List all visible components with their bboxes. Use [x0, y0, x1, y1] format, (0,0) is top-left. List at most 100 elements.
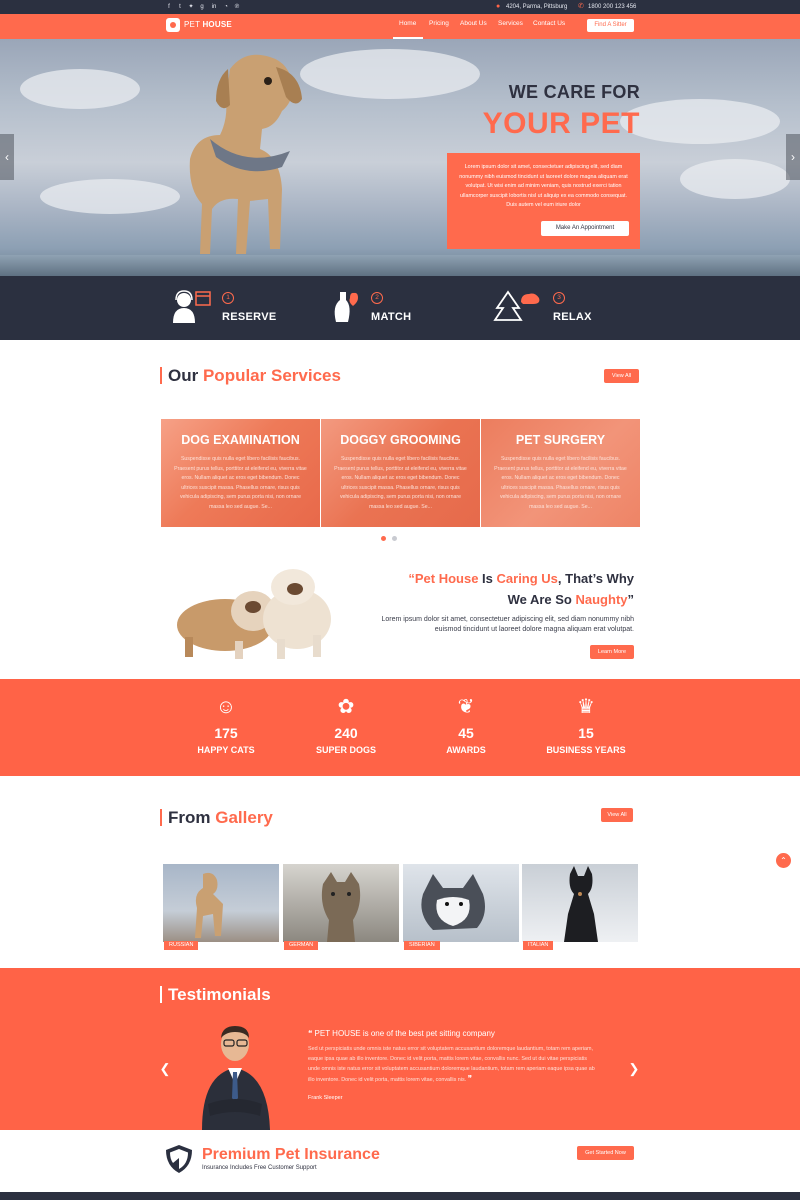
brand-light: PET	[184, 20, 201, 29]
caring-pet-house: Pet House	[414, 571, 479, 586]
husky-photo-thumb	[421, 874, 485, 930]
nav-link-services[interactable]: Services	[498, 20, 523, 27]
caring-caring-us: Caring Us	[496, 571, 558, 586]
service-card-doggy-grooming[interactable]: DOGGY GROOMING Suspendisse quis nulla eg…	[321, 419, 480, 527]
dog-photo	[189, 54, 302, 254]
gallery-label-italian: ITALIAN	[523, 941, 554, 950]
top-bar: f t ✦ g in ◔ ℗ ● 4204, Parma, Pittsburg …	[0, 0, 800, 14]
hero-heading-line2: YOUR PET	[482, 107, 640, 140]
caring-rest: , That’s Why	[557, 571, 634, 586]
service-title: PET SURGERY	[515, 433, 606, 447]
stat-label: BUSINESS YEARS	[546, 745, 626, 755]
cloud	[680, 159, 790, 199]
nav-link-contact[interactable]: Contact Us	[533, 20, 565, 27]
insurance-subtitle: Insurance Includes Free Customer Support	[202, 1165, 317, 1171]
dog-icon: ✿	[337, 696, 355, 718]
service-title: DOGGY GROOMING	[340, 433, 461, 447]
scroll-to-top-button[interactable]: ⌃	[776, 853, 791, 868]
step-1-number: 1	[222, 292, 234, 304]
brand-name[interactable]: PET HOUSE	[184, 20, 232, 29]
stat-number: 45	[458, 725, 474, 741]
learn-more-button[interactable]: Learn More	[590, 645, 634, 659]
rss-icon[interactable]: ◔	[222, 3, 230, 11]
dog-photo-thumb	[195, 872, 223, 938]
google-plus-icon[interactable]: g	[198, 3, 206, 11]
insurance-title: Premium Pet Insurance	[202, 1146, 380, 1163]
step-3-label: RELAX	[553, 311, 592, 323]
headset-calendar-icon	[173, 290, 211, 323]
shield-icon	[166, 1145, 192, 1173]
testimonial-author: Frank Sleeper	[308, 1095, 343, 1101]
carousel-dot-active[interactable]	[381, 536, 386, 541]
gallery-label-siberian: SIBERIAN	[404, 941, 440, 950]
footer-strip	[0, 1192, 800, 1200]
gallery-image-italian[interactable]	[522, 864, 638, 942]
stat-number: 15	[578, 725, 594, 741]
testimonial-person-photo	[202, 1026, 270, 1130]
gallery-title: From Gallery	[168, 808, 273, 828]
twitter-icon[interactable]: ✦	[187, 3, 195, 11]
pinterest-icon[interactable]: ℗	[233, 3, 241, 11]
caring-heading-line1: “Pet House Is Caring Us, That’s Why	[330, 571, 634, 586]
gallery-image-russian[interactable]	[163, 864, 279, 942]
nav-link-pricing[interactable]: Pricing	[429, 20, 449, 27]
section-accent-bar	[160, 367, 162, 384]
brand-bold: HOUSE	[202, 20, 232, 29]
page: f t ✦ g in ◔ ℗ ● 4204, Parma, Pittsburg …	[0, 0, 800, 1200]
hero-next-arrow[interactable]: ›	[786, 134, 800, 180]
address-text: 4204, Parma, Pittsburg	[506, 4, 568, 10]
testimonial-quote-text: PET HOUSE is one of the best pet sitting…	[314, 1029, 495, 1038]
gallery-image-german[interactable]	[283, 864, 399, 942]
testimonial-next-arrow[interactable]: ❯	[628, 1062, 640, 1076]
phone-icon: ✆	[578, 3, 584, 10]
logo-icon[interactable]	[166, 18, 180, 32]
stat-label: AWARDS	[446, 745, 486, 755]
cat-icon: ☺	[215, 696, 237, 718]
caring-text: Lorem ipsum dolor sit amet, consectetuer…	[381, 616, 634, 633]
hero-prev-arrow[interactable]: ‹	[0, 134, 14, 180]
services-view-all-button[interactable]: View All	[604, 369, 639, 383]
facebook-icon[interactable]: f	[165, 3, 173, 11]
hero-heading-line1: WE CARE FOR	[508, 82, 640, 102]
service-description: Suspendisse quis nulla eget libero facil…	[174, 456, 307, 510]
services-title: Our Popular Services	[168, 366, 341, 386]
testimonial-prev-arrow[interactable]: ❮	[159, 1062, 171, 1076]
linkedin-icon[interactable]: in	[210, 3, 218, 11]
gallery-label-german: GERMAN	[284, 941, 319, 950]
nav-link-home[interactable]: Home	[399, 20, 416, 27]
testimonials-title: Testimonials	[168, 985, 271, 1004]
testimonial-text: Sed ut perspiciatis unde omnis iste natu…	[308, 1046, 595, 1083]
quote-close: ”	[627, 592, 635, 607]
tumblr-icon[interactable]: t	[176, 3, 184, 11]
hero-banner: ‹ ›	[0, 39, 800, 276]
service-description: Suspendisse quis nulla eget libero facil…	[334, 456, 467, 510]
heart-bottle-icon	[334, 292, 358, 322]
get-started-button[interactable]: Get Started Now	[577, 1146, 634, 1160]
services-title-b: Popular Services	[202, 366, 341, 385]
make-appointment-button[interactable]: Make An Appointment	[541, 221, 629, 236]
step-3-number: 3	[553, 292, 565, 304]
gallery-view-all-button[interactable]: View All	[601, 808, 633, 822]
step-2-label: MATCH	[371, 311, 412, 323]
find-sitter-button[interactable]: Find A Sitter	[587, 19, 634, 32]
section-accent-bar	[160, 986, 162, 1003]
carousel-dot[interactable]	[392, 536, 397, 541]
gallery-image-siberian[interactable]	[403, 864, 519, 942]
wolf-photo-thumb	[321, 872, 361, 942]
service-card-pet-surgery[interactable]: PET SURGERY Suspendisse quis nulla eget …	[481, 419, 640, 527]
services-title-a: Our	[168, 366, 199, 385]
doberman-photo-thumb	[564, 866, 598, 942]
service-card-dog-examination[interactable]: DOG EXAMINATION Suspendisse quis nulla e…	[161, 419, 320, 527]
service-title: DOG EXAMINATION	[181, 433, 300, 447]
quote-close-icon: ❞	[467, 1074, 473, 1083]
section-accent-bar	[160, 809, 162, 826]
service-description: Suspendisse quis nulla eget libero facil…	[494, 456, 627, 510]
caring-is: Is	[478, 571, 497, 586]
caring-heading-line2: We Are So Naughty”	[330, 592, 634, 607]
nav-link-about[interactable]: About Us	[460, 20, 487, 27]
caring-naughty: Naughty	[575, 592, 628, 607]
testimonial-body: Sed ut perspiciatis unde omnis iste natu…	[308, 1044, 598, 1085]
gallery-title-a: From	[168, 808, 211, 827]
cloud	[20, 69, 140, 109]
laurel-icon: ❦	[457, 696, 475, 718]
